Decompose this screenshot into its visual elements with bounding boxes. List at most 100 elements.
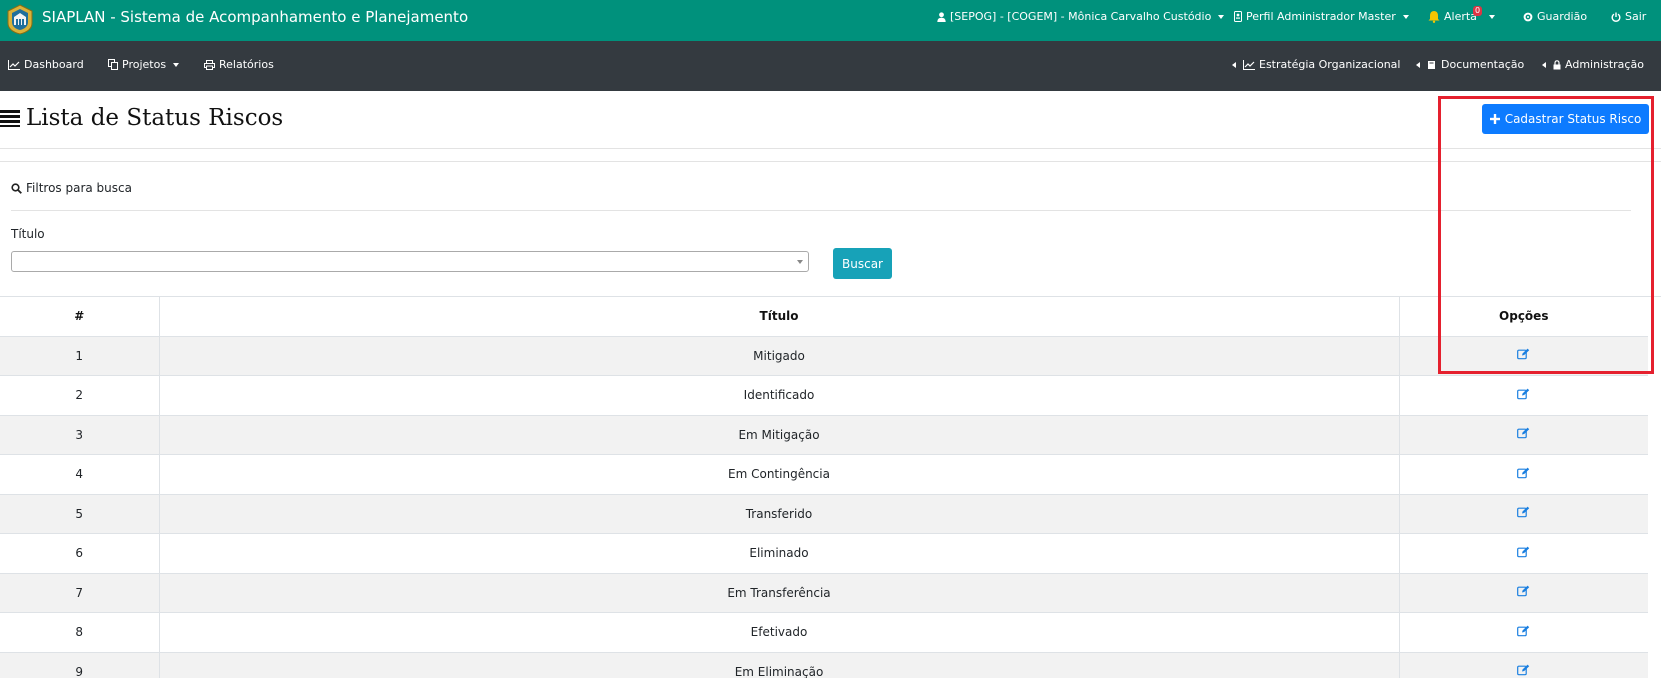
add-status-risk-label: Cadastrar Status Risco xyxy=(1504,112,1642,126)
lock-icon xyxy=(1553,59,1561,69)
row-titulo-cell: Efetivado xyxy=(159,612,1400,653)
table-row: 3 Em Mitigação xyxy=(0,415,1648,455)
edit-icon xyxy=(1517,427,1530,439)
row-options-cell xyxy=(1399,533,1648,574)
column-header-titulo: Título xyxy=(159,296,1400,337)
search-icon xyxy=(11,182,22,194)
nav-administracao[interactable]: Administração xyxy=(1542,58,1644,71)
edit-icon xyxy=(1517,388,1530,400)
row-titulo-cell: Em Transferência xyxy=(159,573,1400,613)
table-row: 2 Identificado xyxy=(0,375,1648,416)
nav-estrategia[interactable]: Estratégia Organizacional xyxy=(1232,58,1400,71)
table-row: 6 Eliminado xyxy=(0,533,1648,574)
row-titulo-cell: Identificado xyxy=(159,375,1400,416)
profile-menu[interactable]: Perfil Administrador Master xyxy=(1234,10,1409,23)
edit-icon xyxy=(1517,585,1530,597)
edit-button[interactable] xyxy=(1517,585,1530,597)
row-number-cell: 6 xyxy=(0,533,160,574)
table-row: 5 Transferido xyxy=(0,494,1648,534)
nav-relatorios-label: Relatórios xyxy=(219,58,274,71)
nav-projetos-label: Projetos xyxy=(122,58,167,71)
id-card-icon xyxy=(1234,11,1242,22)
titulo-filter-select[interactable] xyxy=(11,251,809,272)
filters-heading: Filtros para busca xyxy=(11,181,132,195)
edit-icon xyxy=(1517,546,1530,558)
nav-dashboard[interactable]: Dashboard xyxy=(8,58,84,71)
nav-relatorios[interactable]: Relatórios xyxy=(204,58,274,71)
edit-button[interactable] xyxy=(1517,625,1530,637)
edit-button[interactable] xyxy=(1517,388,1530,400)
siaplan-logo xyxy=(7,4,33,35)
row-number-cell: 4 xyxy=(0,454,160,495)
search-button[interactable]: Buscar xyxy=(833,248,892,279)
row-number-cell: 8 xyxy=(0,612,160,653)
row-options-cell xyxy=(1399,375,1648,416)
guardiao-label: Guardião xyxy=(1537,10,1588,23)
add-status-risk-button[interactable]: Cadastrar Status Risco xyxy=(1482,104,1649,134)
chevron-down-icon xyxy=(1402,14,1409,19)
filters-heading-label: Filtros para busca xyxy=(26,181,132,195)
edit-icon xyxy=(1517,664,1530,676)
guardiao-link[interactable]: Guardião xyxy=(1523,10,1587,23)
line-chart-icon xyxy=(8,59,20,70)
alert-menu[interactable]: Alerta 0 xyxy=(1428,6,1495,23)
copy-icon xyxy=(108,59,118,70)
row-number-cell: 3 xyxy=(0,415,160,455)
page-title: Lista de Status Riscos xyxy=(26,105,284,131)
chevron-down-icon xyxy=(797,260,803,264)
list-icon xyxy=(0,110,20,127)
logout-link[interactable]: Sair xyxy=(1611,10,1646,23)
chevron-down-icon xyxy=(173,62,180,67)
table-row: 8 Efetivado xyxy=(0,612,1648,653)
edit-button[interactable] xyxy=(1517,506,1530,518)
row-titulo-cell: Em Contingência xyxy=(159,454,1400,495)
alert-menu-label: Alerta xyxy=(1444,10,1477,23)
power-icon xyxy=(1611,12,1621,22)
row-number-cell: 2 xyxy=(0,375,160,416)
nav-estrategia-label: Estratégia Organizacional xyxy=(1259,58,1401,71)
edit-button[interactable] xyxy=(1517,546,1530,558)
row-options-cell xyxy=(1399,336,1648,376)
chevron-left-icon xyxy=(1232,61,1236,68)
user-icon xyxy=(937,11,946,22)
edit-button[interactable] xyxy=(1517,348,1530,360)
chevron-down-icon xyxy=(1488,14,1495,19)
row-number-cell: 5 xyxy=(0,494,160,534)
row-options-cell xyxy=(1399,494,1648,534)
edit-icon xyxy=(1517,348,1530,360)
bell-icon xyxy=(1428,11,1440,23)
row-options-cell xyxy=(1399,573,1648,613)
table-row: 9 Em Eliminação xyxy=(0,652,1648,678)
nav-documentacao[interactable]: Documentação xyxy=(1416,58,1524,71)
edit-icon xyxy=(1517,506,1530,518)
line-chart-icon xyxy=(1243,59,1255,70)
page-header: Lista de Status Riscos xyxy=(0,105,283,131)
edit-button[interactable] xyxy=(1517,664,1530,676)
row-number-cell: 9 xyxy=(0,652,160,678)
row-titulo-cell: Em Eliminação xyxy=(159,652,1400,678)
top-bar: SIAPLAN - Sistema de Acompanhamento e Pl… xyxy=(0,0,1661,41)
row-number-cell: 7 xyxy=(0,573,160,613)
titulo-filter-label: Título xyxy=(11,227,45,241)
table-row: 7 Em Transferência xyxy=(0,573,1648,613)
nav-administracao-label: Administração xyxy=(1565,58,1644,71)
row-titulo-cell: Eliminado xyxy=(159,533,1400,574)
nav-documentacao-label: Documentação xyxy=(1441,58,1525,71)
row-options-cell xyxy=(1399,652,1648,678)
nav-projetos[interactable]: Projetos xyxy=(108,58,180,71)
row-titulo-cell: Mitigado xyxy=(159,336,1400,376)
column-header-opcoes: Opções xyxy=(1399,296,1648,337)
edit-button[interactable] xyxy=(1517,427,1530,439)
edit-button[interactable] xyxy=(1517,467,1530,479)
user-menu-label: [SEPOG] - [COGEM] - Mônica Carvalho Cust… xyxy=(950,10,1212,23)
edit-icon xyxy=(1517,625,1530,637)
row-titulo-cell: Transferido xyxy=(159,494,1400,534)
table-row: 1 Mitigado xyxy=(0,336,1648,376)
row-options-cell xyxy=(1399,415,1648,455)
plus-icon xyxy=(1489,114,1500,124)
nav-dashboard-label: Dashboard xyxy=(24,58,84,71)
row-titulo-cell: Em Mitigação xyxy=(159,415,1400,455)
gear-icon xyxy=(1523,12,1533,21)
main-navbar: Dashboard Projetos Relatórios Estratégia… xyxy=(0,41,1661,91)
user-menu[interactable]: [SEPOG] - [COGEM] - Mônica Carvalho Cust… xyxy=(937,10,1225,23)
